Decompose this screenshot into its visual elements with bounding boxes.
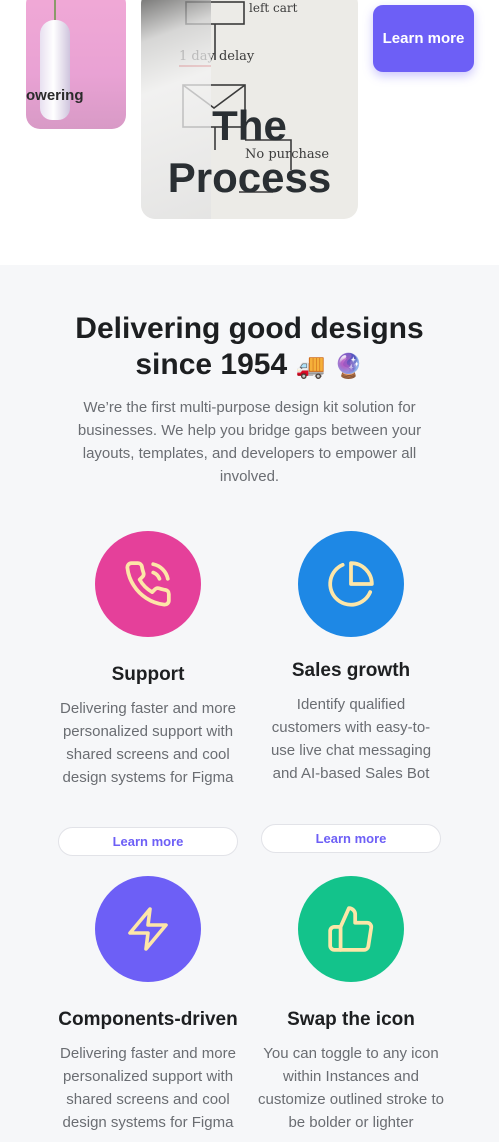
- features-intro: We’re the first multi-purpose design kit…: [77, 399, 422, 485]
- process-card-title: The Process: [167, 102, 332, 201]
- feature-description: You can toggle to any icon within Instan…: [258, 1045, 444, 1131]
- sales-learn-more-button[interactable]: Learn more: [261, 824, 441, 853]
- components-icon-circle: [95, 876, 201, 982]
- sales-icon-circle: [298, 531, 404, 637]
- vase-image: [40, 20, 70, 120]
- feature-sales-growth: Sales growth Identify qualified customer…: [251, 531, 451, 785]
- feature-title: Support: [111, 664, 185, 685]
- feature-swap-icon: Swap the icon You can toggle to any icon…: [251, 876, 451, 1134]
- feature-title: Components-driven: [58, 1009, 238, 1030]
- feature-support: Support Delivering faster and more perso…: [48, 531, 248, 789]
- features-heading: Delivering good designs since 1954 🚚 🔮: [0, 311, 499, 384]
- lightning-icon: [128, 907, 168, 951]
- feature-description: Delivering faster and more personalized …: [60, 700, 236, 786]
- heading-line-2: since 1954: [135, 348, 288, 381]
- heading-emojis: 🚚 🔮: [295, 352, 364, 380]
- pie-chart-icon: [328, 561, 374, 607]
- hero-section: owering left cart 1 day delay No purchas…: [0, 0, 499, 265]
- heading-line-1: Delivering good designs: [75, 312, 424, 345]
- flower-card[interactable]: owering: [26, 0, 126, 129]
- feature-title: Swap the icon: [287, 1009, 415, 1030]
- phone-ringing-icon: [125, 561, 171, 607]
- flower-card-label: owering: [26, 87, 84, 104]
- support-learn-more-button[interactable]: Learn more: [58, 827, 238, 856]
- features-section: Delivering good designs since 1954 🚚 🔮 W…: [0, 265, 499, 1142]
- feature-title: Sales growth: [291, 660, 411, 681]
- feature-description: Delivering faster and more personalized …: [60, 1045, 236, 1131]
- process-card[interactable]: left cart 1 day delay No purchase The Pr…: [141, 0, 358, 219]
- swap-icon-circle: [298, 876, 404, 982]
- support-icon-circle: [95, 531, 201, 637]
- feature-description: Identify qualified customers with easy-t…: [270, 696, 432, 782]
- hero-learn-more-button[interactable]: Learn more: [373, 5, 474, 72]
- whiteboard-text-1: left cart: [249, 1, 298, 15]
- feature-components-driven: Components-driven Delivering faster and …: [48, 876, 248, 1134]
- thumbs-up-icon: [328, 906, 374, 952]
